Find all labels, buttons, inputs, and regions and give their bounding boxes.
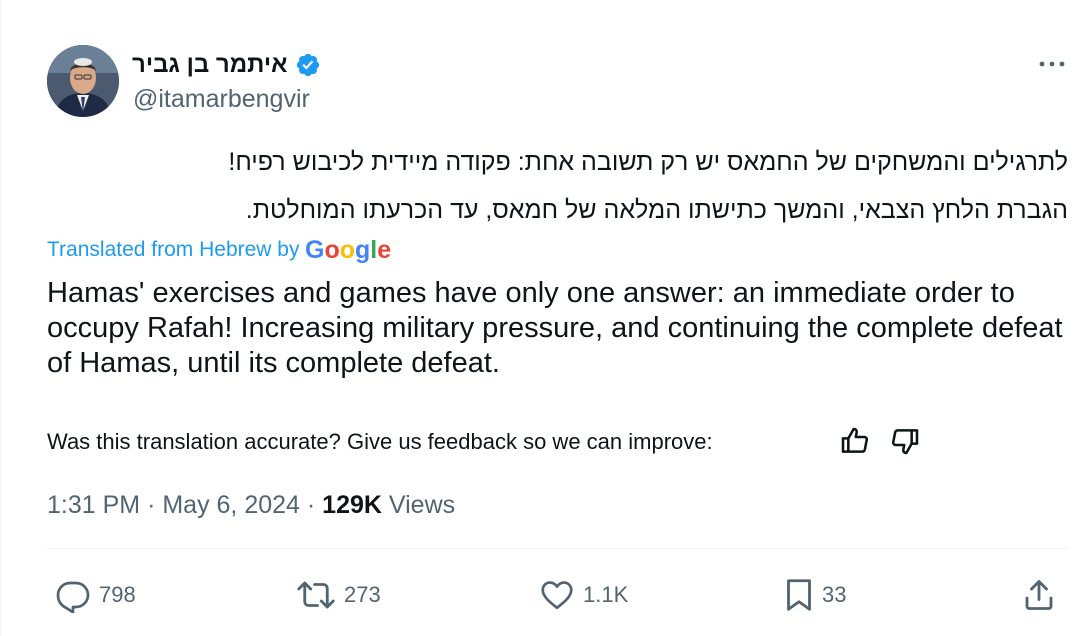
- reply-icon: [56, 581, 90, 613]
- tweet-time[interactable]: 1:31 PM: [47, 491, 140, 519]
- avatar[interactable]: [47, 45, 119, 117]
- thumbs-down-icon[interactable]: [889, 425, 921, 457]
- like-icon: [541, 581, 573, 610]
- bookmark-icon: [787, 579, 811, 611]
- bookmark-button[interactable]: 33: [784, 577, 846, 613]
- tweet-meta: 1:31 PM · May 6, 2024 · 129K Views: [47, 487, 455, 523]
- meta-separator: ·: [147, 491, 156, 519]
- tweet-text-line-2: הגברת הלחץ הצבאי, והמשך כתישתו המלאה של …: [245, 196, 1068, 224]
- like-count: 1.1K: [583, 582, 629, 607]
- translation-feedback-prompt: Was this translation accurate? Give us f…: [47, 429, 713, 454]
- display-name[interactable]: איתמר בן גביר: [132, 48, 287, 82]
- reply-count: 798: [99, 582, 136, 607]
- repost-button[interactable]: 273: [296, 577, 381, 613]
- repost-icon: [297, 581, 335, 609]
- repost-count: 273: [344, 582, 381, 607]
- tweet-date[interactable]: May 6, 2024: [162, 491, 300, 519]
- google-logo: Google: [305, 235, 393, 265]
- reply-button[interactable]: 798: [55, 577, 136, 613]
- left-border: [0, 0, 1, 636]
- translated-from-link[interactable]: Translated from Hebrew by Google: [47, 235, 393, 265]
- bookmark-count: 33: [822, 582, 847, 607]
- translated-text: Hamas' exercises and games have only one…: [47, 277, 1063, 379]
- divider: [47, 548, 1069, 549]
- share-icon: [1025, 580, 1053, 610]
- views-count: 129K: [322, 491, 382, 519]
- author-handle[interactable]: @itamarbengvir: [133, 84, 310, 114]
- tweet-text-line-1: לתרגילים והמשחקים של החמאס יש רק תשובה א…: [228, 148, 1068, 176]
- share-button[interactable]: [1021, 577, 1057, 613]
- avatar-photo: [47, 45, 119, 117]
- meta-separator: ·: [306, 491, 316, 519]
- verified-badge-icon[interactable]: [295, 52, 321, 78]
- svg-text:Google: Google: [305, 236, 391, 264]
- more-icon[interactable]: [1036, 52, 1068, 76]
- views-label: Views: [388, 491, 456, 519]
- translated-from-label: Translated from Hebrew by: [47, 238, 300, 261]
- thumbs-up-icon[interactable]: [839, 425, 871, 457]
- like-button[interactable]: 1.1K: [539, 577, 628, 613]
